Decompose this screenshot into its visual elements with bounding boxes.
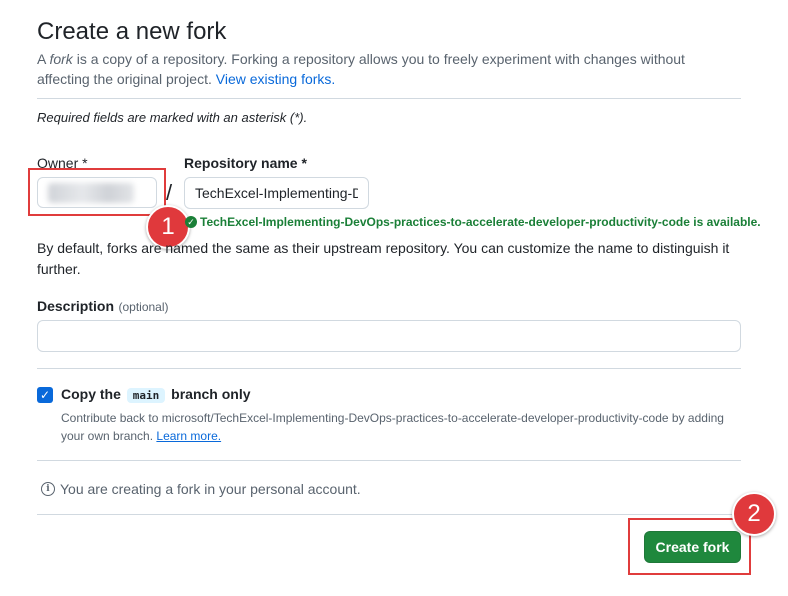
naming-help-text: By default, forks are named the same as … — [37, 240, 730, 277]
owner-repo-separator: / — [166, 180, 173, 205]
repository-name-input[interactable] — [184, 177, 369, 209]
description-label-row: Description (optional) — [37, 298, 169, 316]
account-note: i You are creating a fork in your person… — [41, 481, 361, 497]
name-availability-message: ✓ TechExcel-Implementing-DevOps-practice… — [185, 215, 761, 229]
view-existing-forks-link[interactable]: View existing forks. — [216, 71, 336, 87]
annotation-badge-2: 2 — [732, 492, 776, 536]
copy-branch-label[interactable]: Copy the main branch only — [61, 386, 251, 403]
learn-more-link[interactable]: Learn more. — [156, 429, 221, 443]
page-title: Create a new fork — [37, 18, 227, 45]
divider — [37, 514, 741, 515]
check-circle-icon: ✓ — [185, 216, 197, 228]
required-fields-note: Required fields are marked with an aster… — [37, 110, 308, 125]
divider — [37, 98, 741, 99]
highlight-create-fork-box — [628, 518, 751, 575]
branch-name-code: main — [126, 388, 166, 403]
info-icon: i — [41, 482, 55, 496]
divider — [37, 368, 741, 369]
intro-text: A fork is a copy of a repository. Forkin… — [37, 51, 685, 87]
description-input[interactable] — [37, 320, 741, 352]
description-optional: (optional) — [118, 300, 169, 314]
copy-branch-help: Contribute back to microsoft/TechExcel-I… — [61, 411, 724, 443]
description-label: Description — [37, 298, 115, 314]
highlight-owner-box — [28, 168, 166, 216]
repository-name-label: Repository name * — [184, 155, 307, 171]
copy-main-branch-checkbox[interactable]: ✓ — [37, 387, 53, 403]
divider — [37, 460, 741, 461]
